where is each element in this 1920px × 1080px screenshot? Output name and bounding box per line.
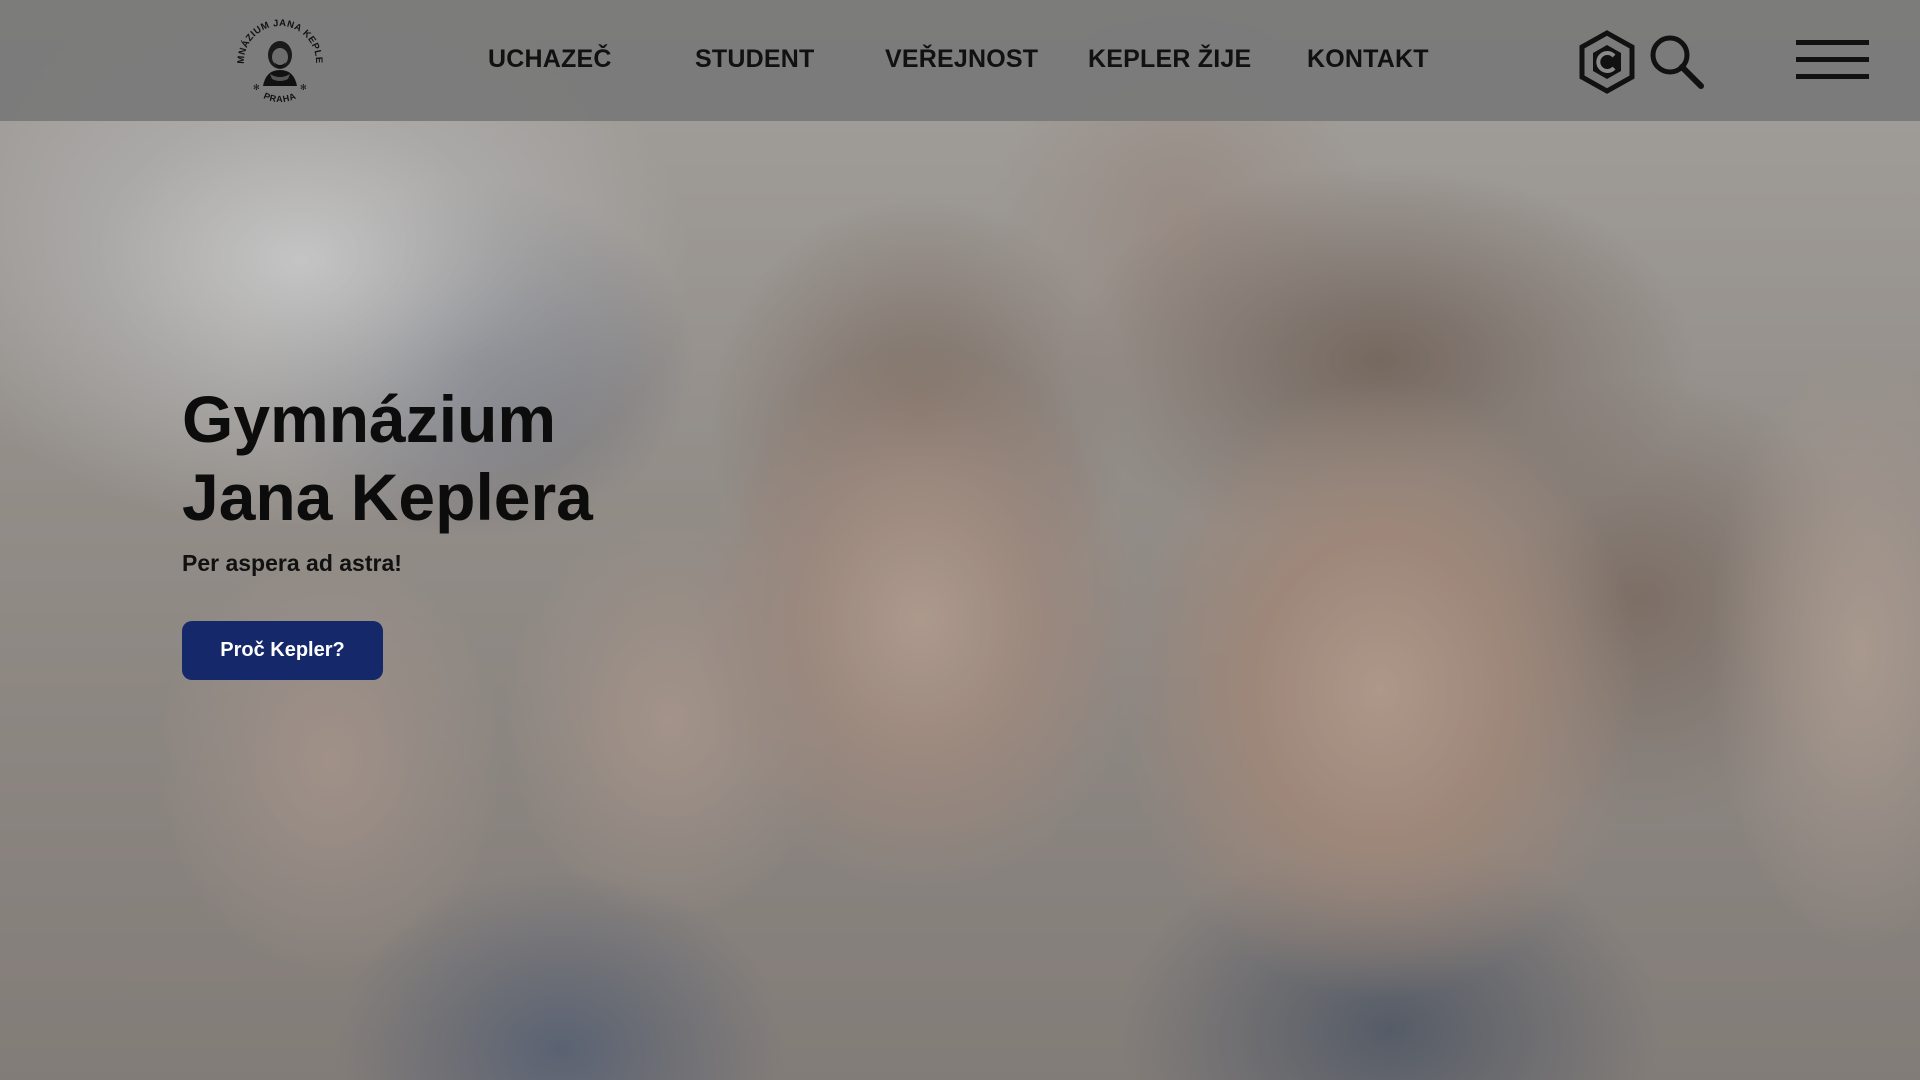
proc-kepler-button[interactable]: Proč Kepler?	[182, 621, 383, 680]
nav-item-kontakt[interactable]: KONTAKT	[1307, 45, 1429, 74]
hero-title: Gymnázium Jana Keplera	[182, 380, 593, 536]
nav-item-uchazec[interactable]: UCHAZEČ	[488, 45, 612, 74]
nav-item-kepler-zije[interactable]: KEPLER ŽIJE	[1088, 45, 1251, 74]
nav-item-verejnost[interactable]: VEŘEJNOST	[885, 45, 1038, 74]
hero-tagline: Per aspera ad astra!	[182, 550, 402, 576]
svg-text:PRAHA: PRAHA	[262, 91, 298, 104]
hamburger-menu-icon[interactable]	[1796, 38, 1869, 82]
svg-text:✻: ✻	[300, 83, 307, 92]
hero-title-line-1: Gymnázium	[182, 382, 557, 456]
school-seal-logo[interactable]: GYMNÁZIUM JANA KEPLERA PRAHA ✻ ✻	[226, 2, 330, 110]
nav-item-student[interactable]: STUDENT	[695, 45, 814, 74]
svg-text:✻: ✻	[253, 83, 260, 92]
page: GYMNÁZIUM JANA KEPLERA PRAHA ✻ ✻ UCHAZEČ…	[0, 0, 1920, 1080]
hexagon-logo-icon[interactable]	[1578, 30, 1636, 94]
hero-overlay	[0, 0, 1920, 1080]
hero-title-line-2: Jana Keplera	[182, 460, 593, 534]
school-seal-logo-graphic: GYMNÁZIUM JANA KEPLERA PRAHA ✻ ✻	[226, 2, 324, 104]
search-icon[interactable]	[1648, 33, 1706, 91]
site-header: GYMNÁZIUM JANA KEPLERA PRAHA ✻ ✻ UCHAZEČ…	[0, 0, 1920, 121]
